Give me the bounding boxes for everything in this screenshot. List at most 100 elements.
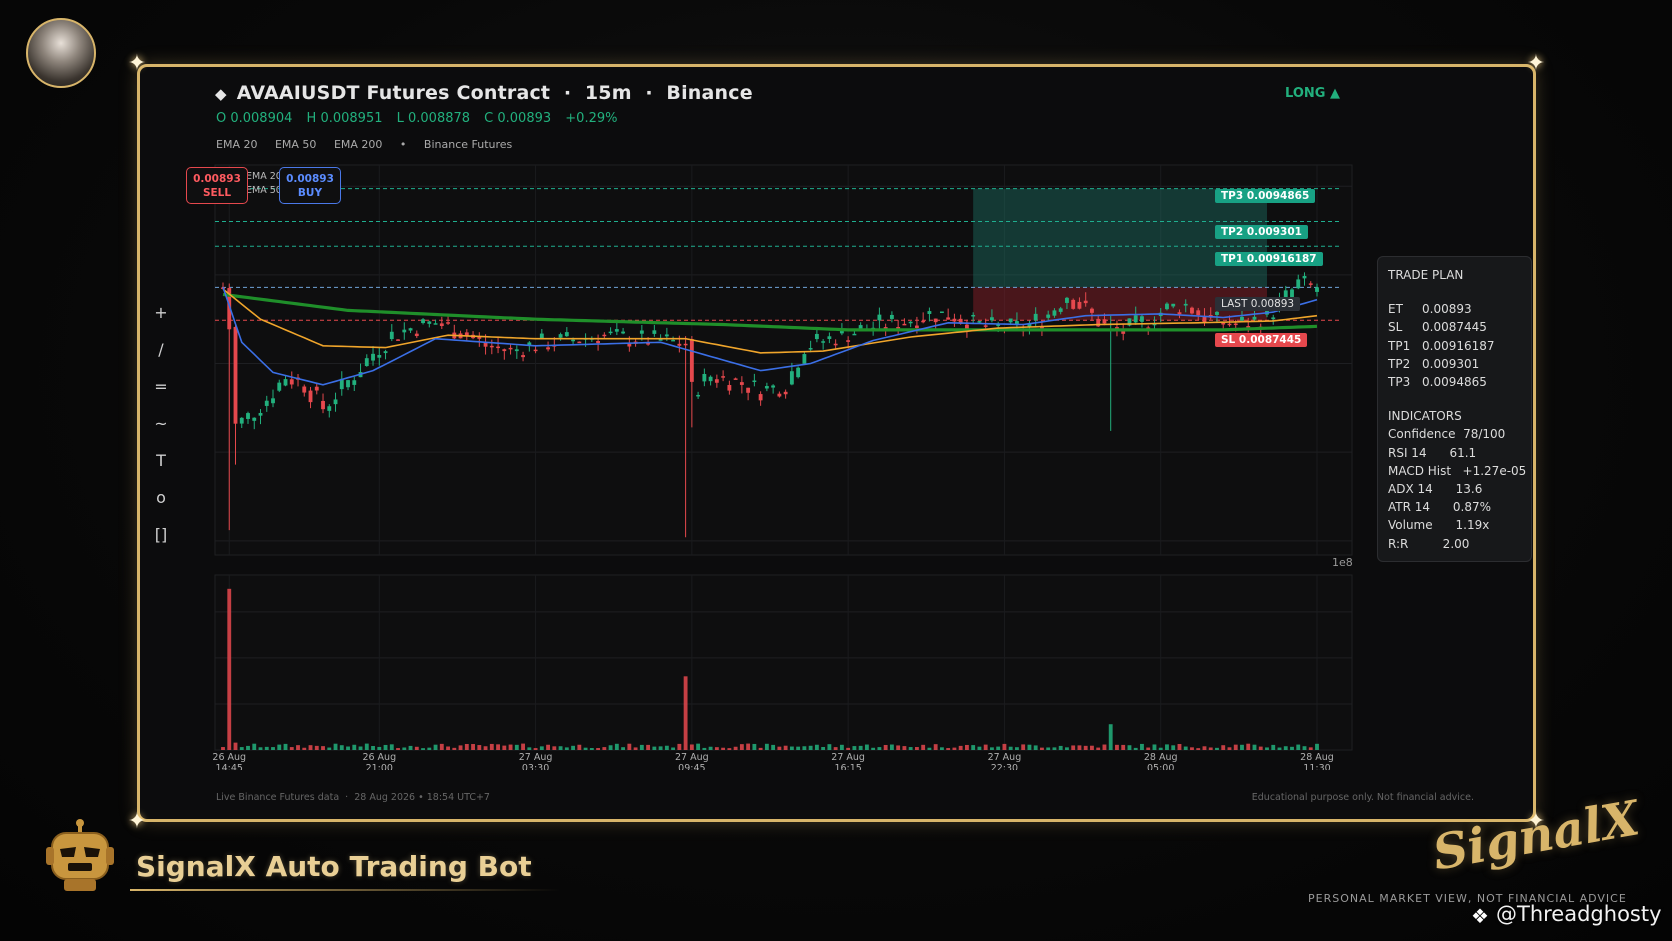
candle-body (858, 325, 863, 329)
candle-body (721, 376, 726, 378)
user-avatar[interactable] (26, 18, 96, 88)
candle-body (771, 385, 776, 388)
chart-title: ◆ AVAAIUSDT Futures Contract · 15m · Bina… (215, 82, 753, 104)
sl-label: SL 0.0087445 (1215, 333, 1308, 347)
x-tick-label: 05:00 (1147, 763, 1174, 770)
volume-bar (314, 745, 319, 750)
candle-body (1271, 317, 1276, 320)
candle-body (889, 314, 894, 319)
x-tick-label: 11:30 (1303, 763, 1330, 770)
ohlc-readout: O 0.008904 H 0.008951 L 0.008878 C 0.008… (216, 111, 627, 126)
volume-bar (371, 745, 375, 750)
candle-body (264, 400, 269, 406)
volume-bar (333, 743, 338, 750)
candle-body (689, 339, 694, 382)
volume-bar (1083, 745, 1088, 750)
text-tool-icon[interactable]: T (150, 451, 172, 488)
candle-body (439, 323, 444, 327)
volume-bar (1271, 744, 1276, 750)
candle-body (1015, 321, 1019, 324)
candle-body (1065, 297, 1069, 303)
candle-body (1308, 283, 1313, 285)
candle-body (1071, 299, 1076, 309)
candle-body (733, 378, 738, 380)
volume-bar (852, 746, 857, 750)
ema20-label[interactable]: EMA 20 (216, 138, 257, 151)
volume-bar (252, 743, 257, 750)
volume-bar (1165, 744, 1169, 750)
volume-bar (339, 745, 344, 750)
hline-tool-icon[interactable]: = (150, 377, 172, 414)
crosshair-tool-icon[interactable]: + (150, 303, 172, 340)
volume-bar (652, 746, 657, 750)
volume-bar (552, 746, 557, 750)
volume-bar (1121, 744, 1126, 750)
trendline-tool-icon[interactable]: / (150, 340, 172, 377)
volume-bar (977, 746, 982, 750)
volume-bar (846, 747, 851, 750)
volume-bar (721, 747, 726, 750)
volume-bar (702, 747, 707, 750)
candle-body (346, 380, 350, 388)
volume-bar (1190, 747, 1194, 750)
volume-bar (1102, 744, 1107, 750)
volume-bar (377, 746, 382, 750)
candle-body (508, 347, 513, 350)
volume-bar (414, 746, 419, 750)
high-value: H 0.008951 (306, 111, 383, 126)
candle-body (546, 347, 551, 350)
candle-body (1090, 308, 1094, 313)
sell-button[interactable]: 0.00893 SELL (186, 167, 248, 204)
volume-bar (227, 588, 232, 750)
volume-bar (1152, 744, 1157, 750)
candle-body (1133, 315, 1138, 323)
candle-body (327, 406, 332, 411)
indicator-row: ATR 14 0.87% (1388, 500, 1492, 515)
rect-tool-icon[interactable]: [] (150, 525, 172, 562)
curve-tool-icon[interactable]: ~ (150, 414, 172, 451)
candle-body (783, 391, 788, 395)
volume-bar (564, 747, 569, 750)
ema50-label[interactable]: EMA 50 (275, 138, 316, 151)
circle-tool-icon[interactable]: o (150, 488, 172, 525)
robot-logo-icon (46, 819, 114, 891)
candle-body (746, 387, 751, 393)
candle-body (308, 390, 313, 403)
candle-body (514, 349, 519, 352)
candle-body (739, 382, 744, 385)
x-tick-label: 26 Aug (362, 752, 396, 763)
volume-bar (527, 747, 532, 750)
volume-bar (1040, 747, 1044, 750)
volume-bar (752, 743, 757, 750)
candle-body (702, 373, 707, 382)
candle-body (714, 379, 719, 383)
candle-body (927, 311, 932, 314)
candle-body (696, 394, 701, 397)
volume-bar (746, 743, 751, 750)
data-source-label: Binance Futures (423, 138, 513, 151)
buy-button[interactable]: 0.00893 BUY (279, 167, 341, 204)
ema200-label[interactable]: EMA 200 (334, 138, 382, 151)
plan-row: ET 0.00893 (1388, 302, 1472, 317)
candle-body (908, 321, 913, 324)
candle-body (258, 412, 263, 416)
volume-bar (771, 744, 776, 750)
volume-bar (258, 747, 263, 750)
candle-body (758, 394, 763, 401)
price-chart[interactable]: 0.00950.0090.00850.0080.00751e81.51.00.5… (205, 160, 1355, 770)
tp2-label: TP2 0.009301 (1215, 225, 1308, 239)
volume-bar (783, 745, 788, 750)
direction-badge: LONG ▲ (1285, 86, 1340, 101)
volume-bar (671, 747, 676, 750)
volume-bar (464, 743, 469, 750)
volume-bar (1246, 743, 1251, 750)
indicator-row: Volume 1.19x (1388, 518, 1490, 533)
indicator-legend: EMA 20 EMA 50 EMA 200 • Binance Futures (216, 138, 526, 151)
candle-body (1252, 316, 1257, 320)
candle-body (1233, 323, 1238, 326)
volume-bar (1315, 743, 1319, 750)
volume-pane (214, 574, 1353, 751)
volume-bar (952, 747, 957, 750)
candle-body (1077, 301, 1082, 309)
volume-bar (471, 744, 475, 750)
